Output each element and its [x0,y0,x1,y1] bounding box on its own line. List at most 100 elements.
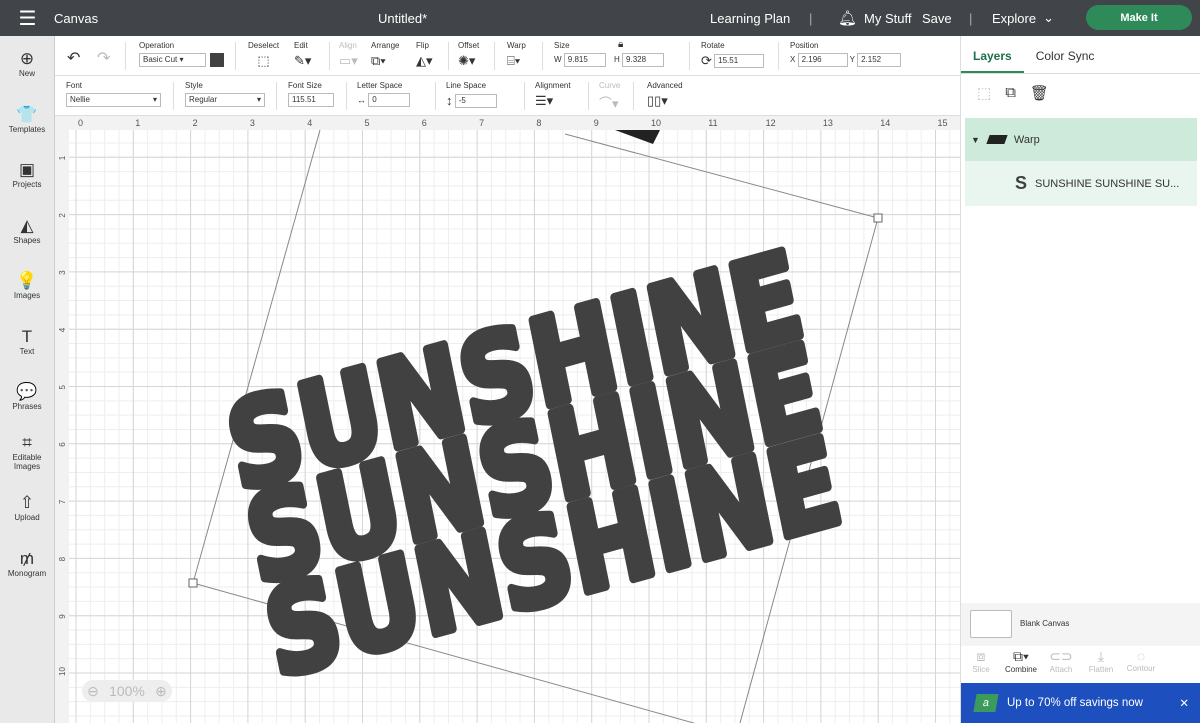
sidebar-item-phrases[interactable]: 💬 Phrases [0,369,54,425]
save-button[interactable]: Save [922,11,952,26]
my-stuff-link[interactable]: My Stuff [864,11,911,26]
explore-menu[interactable]: Explore ⌄ [992,10,1054,26]
deselect-icon: ⬚ [257,53,270,68]
advanced-button[interactable]: Advanced ▯▯▾ [647,81,683,109]
pencil-icon: ✎▾ [294,53,312,68]
style-select[interactable]: Regular ▾ [185,93,265,107]
line-space-input[interactable]: -5 [454,93,497,108]
advanced-icon: ▯▯▾ [647,93,668,108]
make-it-button[interactable]: Make It [1086,5,1192,30]
sidebar-item-new[interactable]: ⊕ New [0,36,54,92]
combine-button[interactable]: ⧉▾ Combine [1001,648,1041,674]
ruler-tick-label: 14 [880,118,890,128]
resize-handle[interactable] [873,213,883,223]
contour-button[interactable]: ◌ Contour [1121,648,1161,674]
sidebar-item-label: Text [19,346,35,356]
divider: | [969,10,973,26]
ruler-tick-label: 6 [58,442,67,447]
font-size-input[interactable]: 115.51 [288,93,334,107]
design-canvas[interactable]: 0 1 2 3 4 5 6 7 8 9 10 11 12 13 14 15 1 2 3 4 5 6 7 8 9 10 SUNSHIN… [55,116,960,723]
project-title[interactable]: Untitled* [378,11,427,26]
attach-button[interactable]: ⊂⊃ Attach [1041,648,1081,674]
bell-icon[interactable]: 🔔︎ [838,9,857,27]
hamburger-menu-icon[interactable]: ☰ [0,6,55,31]
ruler-tick-label: 12 [766,118,776,128]
lock-icon[interactable]: 🔒︎ [618,39,623,50]
action-label: Contour [1126,664,1156,673]
width-input[interactable]: 9.815 [563,53,606,67]
layer-label: SUNSHINE SUNSHINE SU... [1035,177,1180,190]
undo-icon[interactable]: ↶ [67,48,80,68]
sidebar-item-upload[interactable]: ⇧ Upload [0,480,54,536]
sunshine-text-design[interactable]: SUNSHINESUNSHINESUNSHINE [212,221,855,710]
close-icon[interactable]: ✕ [1179,696,1189,710]
sidebar-item-label: Monogram [7,568,47,578]
ruler-tick-label: 7 [479,118,484,128]
tab-color-sync[interactable]: Color Sync [1024,36,1107,73]
sidebar-item-projects[interactable]: ▣ Projects [0,147,54,203]
ruler-tick-label: 15 [938,118,948,128]
ruler-tick-label: 13 [823,118,833,128]
arrange-button[interactable]: Arrange ⧉▾ [371,41,399,69]
sidebar-item-templates[interactable]: 👕 Templates [0,92,54,148]
zoom-level: 100% [109,683,145,699]
zoom-in-icon[interactable]: ⊕ [155,683,167,700]
sidebar-item-shapes[interactable]: ◭ Shapes [0,203,54,259]
x-input[interactable]: 2.196 [797,53,848,67]
height-input[interactable]: 9.328 [622,53,665,67]
learning-plan-link[interactable]: Learning Plan [710,11,790,26]
blank-canvas-swatch[interactable] [970,610,1012,638]
sidebar-item-images[interactable]: 💡 Images [0,258,54,314]
flatten-button[interactable]: ⤓ Flatten [1081,648,1121,674]
layer-group-label: Warp [1013,133,1040,146]
sidebar-item-text[interactable]: T Text [0,314,54,370]
projects-icon: ▣ [18,160,36,180]
sidebar-item-monogram[interactable]: ₥ Monogram [0,536,54,592]
upload-icon: ⇧ [19,493,35,513]
ruler-tick-label: 8 [58,556,67,561]
warp-icon: ⌸▾ [507,53,521,68]
speech-bubble-icon: 💬 [16,382,38,402]
deselect-button[interactable]: Deselect ⬚ [248,41,279,69]
sidebar-item-editable-images[interactable]: ⌗ Editable Images [0,425,54,481]
size-group: Size W 9.815 🔒︎ H 9.328 [554,39,665,67]
align-button[interactable]: Align ▭▾ [339,41,358,69]
align-center-icon: ☰▾ [535,93,554,108]
edit-button[interactable]: Edit ✎▾ [294,41,311,69]
chevron-down-icon[interactable]: ▼ [971,135,980,145]
flip-button[interactable]: Flip ◭▾ [416,41,433,69]
duplicate-icon[interactable]: ⧉ [1005,84,1016,102]
slice-button[interactable]: ⧈ Slice [961,648,1001,674]
ruler-tick-label: 10 [651,118,661,128]
y-input[interactable]: 2.152 [857,53,902,67]
warp-button[interactable]: Warp ⌸▾ [507,41,526,69]
redo-icon[interactable]: ↷ [97,48,110,68]
tab-layers[interactable]: Layers [961,36,1024,73]
layer-group-warp[interactable]: ▼ Warp [965,118,1197,161]
group-icon[interactable]: ⬚ [977,84,991,102]
action-label: Flatten [1088,665,1114,674]
position-group: Position X 2.196 Y 2.152 [790,41,902,67]
trash-icon[interactable]: 🗑︎ [1030,84,1049,102]
promo-banner[interactable]: a Up to 70% off savings now ✕ [961,683,1200,723]
layer-item-text[interactable]: S SUNSHINE SUNSHINE SU... [965,161,1197,206]
offset-button[interactable]: Offset ✺▾ [458,41,479,69]
alignment-button[interactable]: Alignment ☰▾ [535,81,571,109]
curve-button[interactable]: Curve ⌒▾ [599,81,620,112]
ruler-tick-label: 1 [58,155,67,160]
rotate-input[interactable]: 15.51 [714,54,765,68]
letter-space-input[interactable]: 0 [368,93,411,107]
zoom-control[interactable]: ⊖ 100% ⊕ [82,680,172,702]
ruler-tick-label: 1 [135,118,140,128]
resize-handle[interactable] [188,578,198,588]
canvas-grid[interactable]: 0 1 2 3 4 5 6 7 8 9 10 11 12 13 14 1512345678910SUNSHIN… [55,116,960,723]
zoom-out-icon[interactable]: ⊖ [87,683,99,700]
operation-select[interactable]: Basic Cut ▾ [139,53,206,67]
font-select[interactable]: Nellie ▾ [66,93,161,107]
rotate-handle[interactable] [615,130,660,144]
blank-canvas-row[interactable]: Blank Canvas [961,603,1200,646]
lightbulb-icon: 💡 [16,271,38,291]
slice-icon: ⧈ [976,648,986,664]
color-swatch[interactable] [210,53,225,67]
line-space-group: Line Space ↕ -5 [446,81,497,108]
